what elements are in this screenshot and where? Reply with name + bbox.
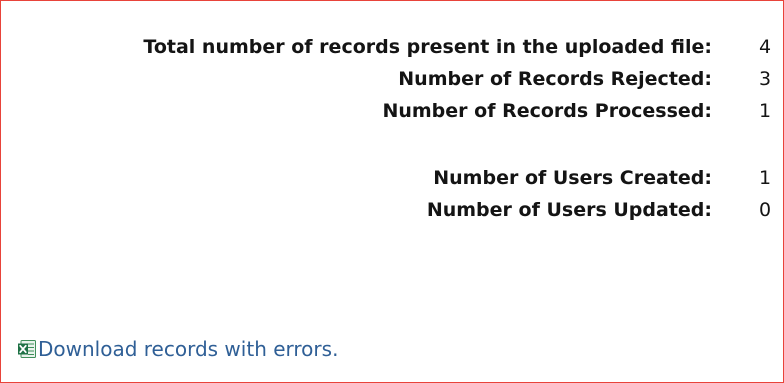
stat-label-users-created: Number of Users Created: <box>433 167 712 189</box>
stat-label-users-updated: Number of Users Updated: <box>426 199 712 221</box>
upload-stats: Total number of records present in the u… <box>1 31 784 226</box>
download-errors-label: Download records with errors. <box>38 337 339 361</box>
stat-row-records-processed: Number of Records Processed: 1 <box>1 95 784 127</box>
stat-value-users-updated: 0 <box>759 199 772 221</box>
stat-value-records-processed: 1 <box>759 100 772 122</box>
stat-row-records-rejected: Number of Records Rejected: 3 <box>1 63 784 95</box>
upload-results-panel: Total number of records present in the u… <box>0 0 784 383</box>
stat-label-records-processed: Number of Records Processed: <box>382 100 712 122</box>
stat-value-total-records: 4 <box>759 36 772 58</box>
stat-label-total-records: Total number of records present in the u… <box>143 36 712 58</box>
excel-icon <box>18 340 36 358</box>
download-errors-link[interactable]: Download records with errors. <box>17 334 338 364</box>
stat-row-users-updated: Number of Users Updated: 0 <box>1 194 784 226</box>
stat-label-records-rejected: Number of Records Rejected: <box>398 68 712 90</box>
stat-row-users-created: Number of Users Created: 1 <box>1 162 784 194</box>
stat-value-records-rejected: 3 <box>759 68 772 90</box>
stat-value-users-created: 1 <box>759 167 772 189</box>
stat-row-total-records: Total number of records present in the u… <box>1 31 784 63</box>
